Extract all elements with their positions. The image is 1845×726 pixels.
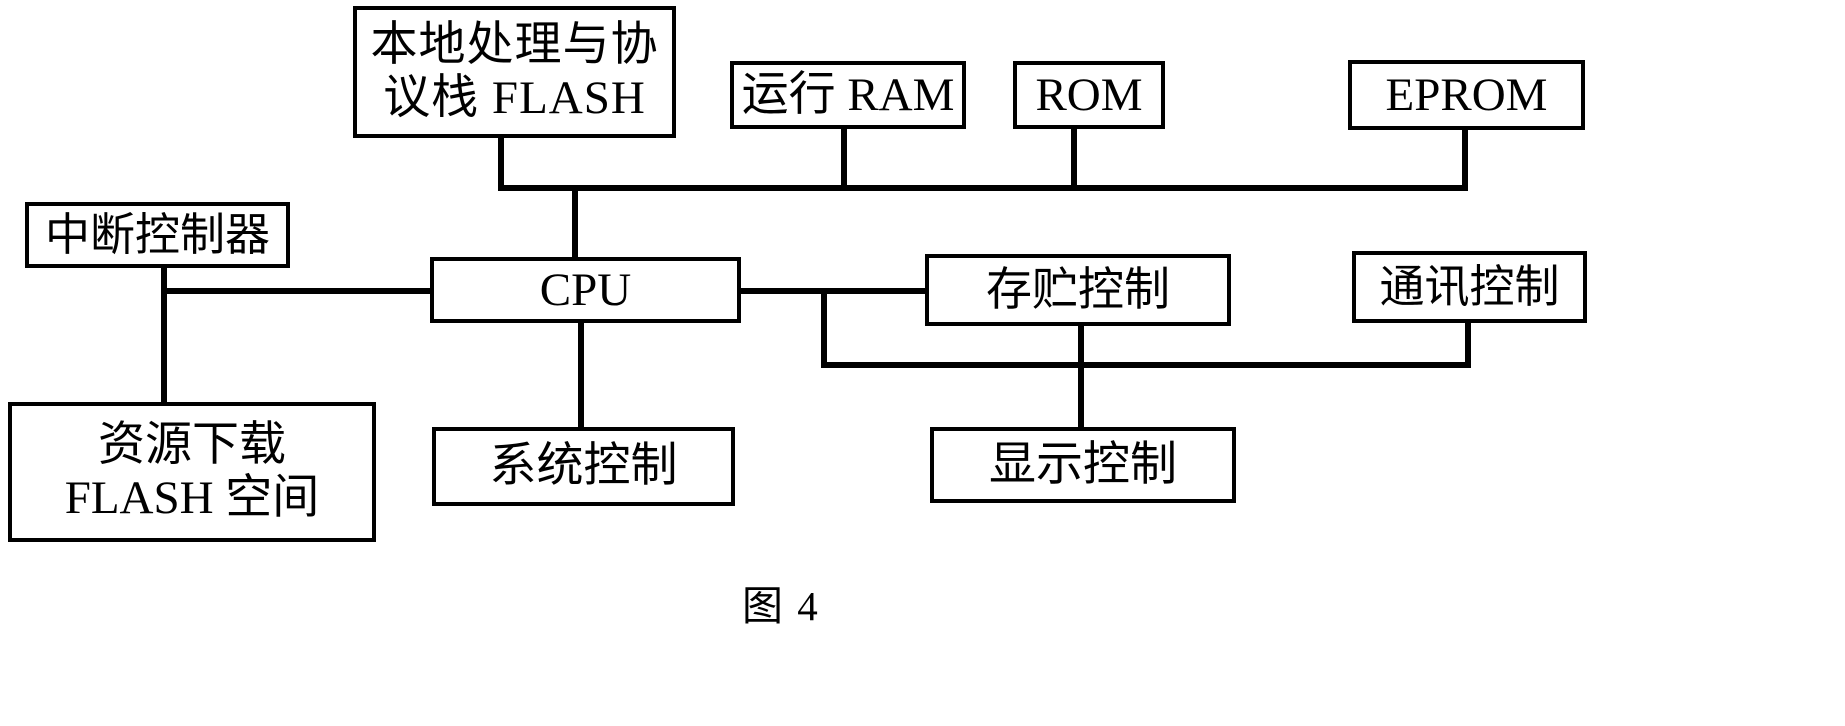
edge-storage-to-display-control [1078, 324, 1084, 430]
node-display-control[interactable]: 显示控制 [930, 427, 1236, 503]
edge-bus-to-comm-control [1465, 320, 1471, 366]
figure-canvas: 本地处理与协 议栈 FLASH 运行 RAM ROM EPROM 中断控制器 C… [0, 0, 1845, 726]
edge-cpu-to-storage-control [738, 288, 930, 294]
node-storage-control[interactable]: 存贮控制 [925, 254, 1231, 326]
edge-interrupt-to-cpu [161, 288, 433, 294]
edge-right-bus-dropper [821, 288, 827, 368]
edge-cpu-to-system-control [578, 321, 584, 430]
node-label-line: 系统控制 [489, 440, 678, 493]
node-label-line: 存贮控制 [986, 264, 1170, 316]
figure-caption: 图 4 [742, 583, 820, 629]
node-label-line: 中断控制器 [44, 209, 270, 260]
edge-memory-bus-horizontal [498, 185, 1468, 191]
edge-interrupt-vertical-trunk [161, 265, 167, 407]
node-rom[interactable]: ROM [1013, 61, 1165, 129]
node-label-line: 通讯控制 [1379, 261, 1560, 312]
node-local-processing-protocol-stack-flash[interactable]: 本地处理与协 议栈 FLASH [353, 6, 676, 138]
node-label-line: 运行 RAM [741, 68, 955, 121]
node-label-line: 本地处理与协 [370, 19, 659, 72]
node-label-line: 显示控制 [989, 438, 1177, 491]
node-label-line: 资源下载 [98, 419, 286, 472]
edge-local-flash-to-bus [498, 136, 504, 188]
edge-rom-to-bus [1071, 127, 1077, 188]
node-label-line: ROM [1035, 68, 1143, 121]
node-run-ram[interactable]: 运行 RAM [730, 61, 966, 129]
edge-bus-to-cpu [572, 185, 578, 260]
edge-right-lower-bus [821, 362, 1471, 368]
node-label-line: EPROM [1385, 68, 1548, 121]
node-label-line: 议栈 FLASH [383, 72, 646, 124]
node-eprom[interactable]: EPROM [1348, 60, 1585, 130]
node-cpu[interactable]: CPU [430, 257, 741, 323]
node-label-line: FLASH 空间 [64, 472, 320, 524]
node-system-control[interactable]: 系统控制 [432, 427, 735, 506]
node-resource-download-flash-space[interactable]: 资源下载 FLASH 空间 [8, 402, 376, 542]
edge-eprom-to-bus [1462, 129, 1468, 188]
node-communication-control[interactable]: 通讯控制 [1352, 251, 1587, 323]
edge-run-ram-to-bus [841, 127, 847, 188]
node-label-line: CPU [539, 263, 632, 316]
node-interrupt-controller[interactable]: 中断控制器 [25, 202, 290, 268]
